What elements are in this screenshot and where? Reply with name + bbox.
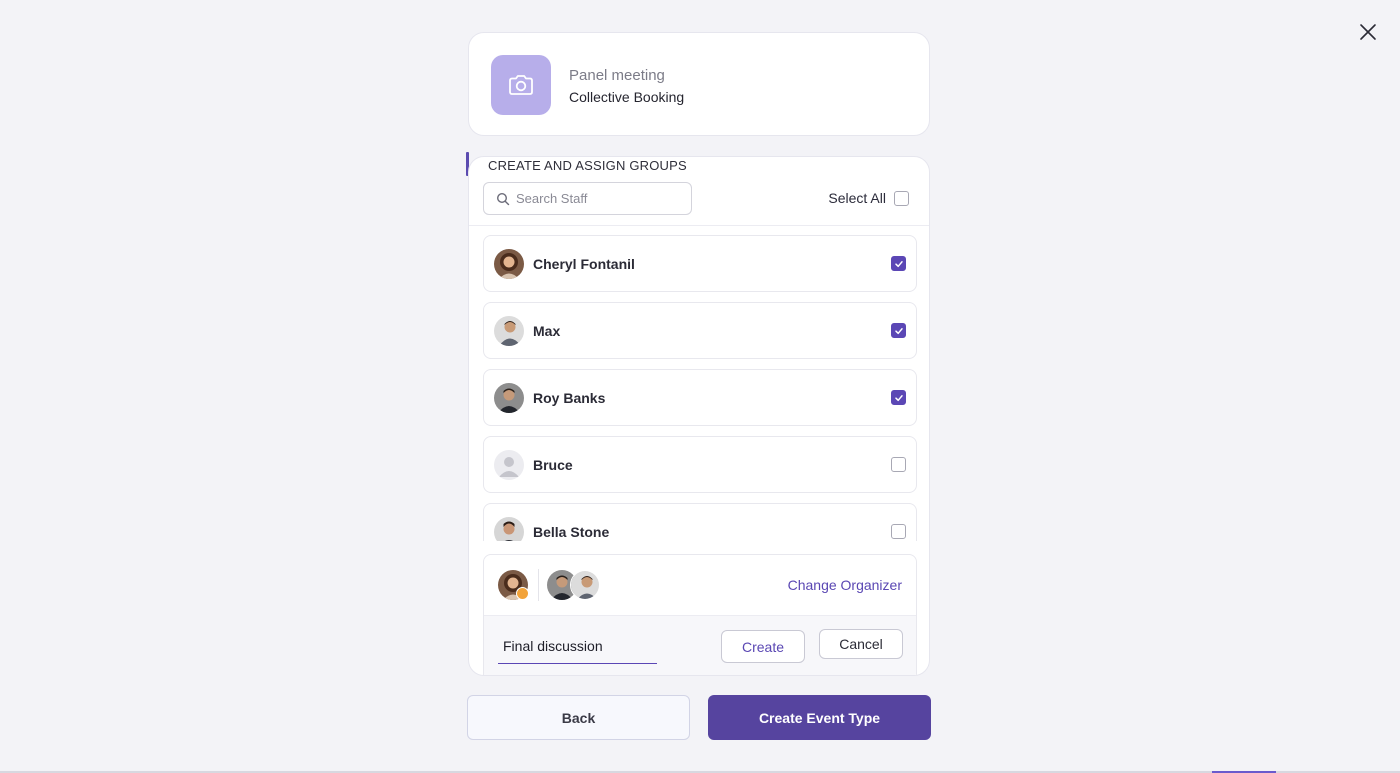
staff-name: Bella Stone: [533, 523, 610, 540]
close-icon: [1360, 24, 1376, 40]
event-header-card: Panel meeting Collective Booking: [468, 32, 930, 136]
search-row: Select All: [469, 173, 929, 226]
close-button[interactable]: [1356, 20, 1380, 44]
staff-name: Roy Banks: [533, 389, 606, 406]
create-group-button[interactable]: Create: [721, 630, 805, 663]
create-event-type-button[interactable]: Create Event Type: [708, 695, 931, 740]
staff-checkbox[interactable]: [891, 323, 906, 338]
groups-card: CREATE AND ASSIGN GROUPS Select All: [468, 156, 930, 676]
default-avatar-icon: [494, 449, 524, 480]
staff-checkbox[interactable]: [891, 524, 906, 539]
divider: [538, 569, 539, 601]
section-title: CREATE AND ASSIGN GROUPS: [488, 158, 687, 173]
staff-item-max[interactable]: Max: [483, 302, 917, 359]
event-type: Collective Booking: [569, 89, 685, 105]
staff-name: Max: [533, 322, 561, 339]
organizer-row: Change Organizer: [484, 555, 916, 616]
select-all[interactable]: Select All: [828, 190, 909, 206]
avatar: [494, 248, 524, 279]
group-builder: Change Organizer Create Cancel: [483, 554, 917, 675]
checkmark-icon: [894, 327, 903, 334]
staff-name: Bruce: [533, 456, 573, 473]
staff-item-bella-stone[interactable]: Bella Stone: [483, 503, 917, 541]
staff-checkbox[interactable]: [891, 256, 906, 271]
camera-icon: [509, 75, 533, 95]
crown-icon: [516, 587, 529, 600]
staff-checkbox[interactable]: [891, 457, 906, 472]
search-box: [483, 182, 692, 215]
event-name: Panel meeting: [569, 67, 665, 84]
back-button[interactable]: Back: [467, 695, 690, 740]
checkmark-icon: [894, 260, 903, 267]
checkmark-icon: [894, 394, 903, 401]
search-input[interactable]: [516, 191, 686, 206]
staff-list: Cheryl Fontanil Max Roy Banks Bruce Bell…: [483, 235, 917, 541]
cancel-group-button[interactable]: Cancel: [819, 629, 903, 659]
staff-checkbox[interactable]: [891, 390, 906, 405]
avatar: [494, 382, 524, 413]
group-name-input[interactable]: [498, 630, 657, 662]
staff-name: Cheryl Fontanil: [533, 255, 635, 272]
avatar: [494, 516, 524, 541]
avatar: [494, 315, 524, 346]
group-name-field: [498, 630, 657, 664]
staff-item-bruce[interactable]: Bruce: [483, 436, 917, 493]
staff-item-cheryl-fontanil[interactable]: Cheryl Fontanil: [483, 235, 917, 292]
member-avatar: [570, 570, 600, 600]
event-icon-tile[interactable]: [491, 55, 551, 115]
select-all-label: Select All: [828, 190, 886, 206]
select-all-checkbox[interactable]: [894, 190, 909, 206]
staff-item-roy-banks[interactable]: Roy Banks: [483, 369, 917, 426]
change-organizer-link[interactable]: Change Organizer: [788, 577, 902, 593]
group-form: Create Cancel: [484, 616, 916, 675]
search-icon: [496, 192, 510, 205]
